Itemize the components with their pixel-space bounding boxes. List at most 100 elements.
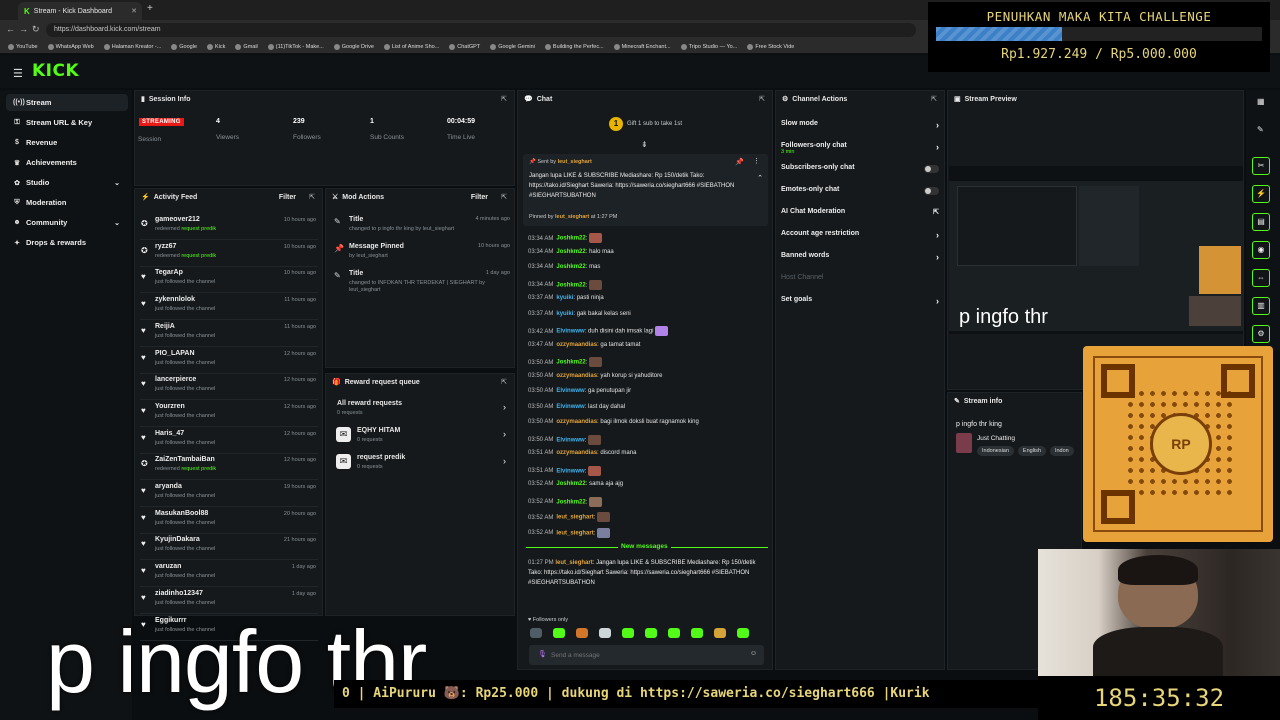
stream-tag[interactable]: English xyxy=(1017,446,1046,456)
chat-input[interactable] xyxy=(551,649,741,661)
browser-tab[interactable]: K Stream - Kick Dashboard ✕ xyxy=(18,2,142,20)
chat-username[interactable]: Joshkm22 xyxy=(556,282,585,288)
host-icon[interactable]: ⇔ xyxy=(1252,269,1270,287)
activity-username[interactable]: ZaiZenTambaiBan xyxy=(155,456,215,463)
bookmark-item[interactable]: Minecraft Enchant... xyxy=(613,43,671,50)
activity-username[interactable]: zykennlolok xyxy=(155,296,195,303)
clip-icon[interactable]: ✂ xyxy=(1252,157,1270,175)
more-icon[interactable]: ⋮ xyxy=(753,157,760,165)
chevron-right-icon[interactable]: › xyxy=(503,456,506,466)
activity-username[interactable]: Yourzren xyxy=(155,403,185,410)
activity-filter-button[interactable]: Filter xyxy=(279,194,296,201)
bookmark-item[interactable]: (11)TikTok - Make... xyxy=(267,43,324,50)
reward-item[interactable]: ✉ EQHY HITAM 0 requests › xyxy=(336,427,506,447)
activity-username[interactable]: gameover212 xyxy=(155,216,200,223)
expand-icon[interactable]: ⇱ xyxy=(501,95,507,103)
expand-icon[interactable]: ⇱ xyxy=(501,378,507,386)
bookmark-item[interactable]: Google Drive xyxy=(333,43,374,50)
bookmark-item[interactable]: ChatGPT xyxy=(449,43,480,50)
chat-username[interactable]: Joshkm22 xyxy=(556,360,585,366)
activity-username[interactable]: Haris_47 xyxy=(155,430,184,437)
sidebar-item-community[interactable]: ☻ Community ⌄ xyxy=(6,214,128,231)
sidebar-item-studio[interactable]: ✿ Studio ⌄ xyxy=(6,174,128,191)
channel-action-followers-only-chat[interactable]: Followers-only chat 3 min › xyxy=(781,142,941,156)
emote-picker-icon[interactable] xyxy=(668,628,680,638)
stream-preview-video[interactable]: p ingfo thr xyxy=(949,166,1243,334)
activity-username[interactable]: aryanda xyxy=(155,483,182,490)
activity-username[interactable]: varuzan xyxy=(155,563,181,570)
chevron-right-icon[interactable]: › xyxy=(936,252,939,262)
activity-username[interactable]: lancerpierce xyxy=(155,376,196,383)
bookmark-item[interactable]: Building the Perfec... xyxy=(544,43,604,50)
bookmark-item[interactable]: Kick xyxy=(207,43,225,50)
sidebar-item-moderation[interactable]: ⛨ Moderation xyxy=(6,194,128,211)
activity-username[interactable]: ReijiA xyxy=(155,323,175,330)
chat-username[interactable]: Elvinwww xyxy=(556,388,584,394)
gift-sub-icon[interactable]: 1 xyxy=(609,117,623,131)
activity-username[interactable]: ziadinho12347 xyxy=(155,590,203,597)
settings-icon[interactable]: ⚙ xyxy=(1252,325,1270,343)
activity-username[interactable]: TegarAp xyxy=(155,269,183,276)
chat-username[interactable]: ozzymaandias xyxy=(556,373,597,379)
close-tab-icon[interactable]: ✕ xyxy=(131,7,137,15)
chat-username[interactable]: Elvinwww xyxy=(556,329,584,335)
chevron-right-icon[interactable]: › xyxy=(936,296,939,306)
channel-action-banned-words[interactable]: Banned words › xyxy=(781,252,941,266)
emote-picker-icon[interactable] xyxy=(714,628,726,638)
chat-username[interactable]: Elvinwww xyxy=(556,404,584,410)
lightning-icon[interactable]: ⚡ xyxy=(1252,185,1270,203)
chevron-right-icon[interactable]: › xyxy=(936,120,939,130)
channel-action-slow-mode[interactable]: Slow mode › xyxy=(781,120,941,134)
emote-picker-icon[interactable] xyxy=(622,628,634,638)
bookmark-item[interactable]: YouTube xyxy=(8,43,38,50)
chat-username[interactable]: Joshkm22 xyxy=(556,264,585,270)
back-icon[interactable]: ← xyxy=(6,24,15,34)
channel-action-account-age-restriction[interactable]: Account age restriction › xyxy=(781,230,941,244)
scroll-down-icon[interactable]: ⇟ xyxy=(641,140,648,149)
gift-prompt[interactable]: Gift 1 sub to take 1st xyxy=(627,121,682,127)
mic-icon[interactable]: 🎙 xyxy=(538,650,547,658)
sidebar-item-revenue[interactable]: $ Revenue xyxy=(6,134,128,151)
toggle-switch[interactable] xyxy=(924,187,939,195)
sidebar-item-drops-rewards[interactable]: ✦ Drops & rewards xyxy=(6,234,128,251)
chat-input-box[interactable]: 🎙 ☺ xyxy=(529,645,764,665)
emote-picker-icon[interactable] xyxy=(530,628,542,638)
activity-username[interactable]: MasukanBool88 xyxy=(155,510,208,517)
stream-tag[interactable]: Indon xyxy=(1049,446,1074,456)
chat-username[interactable]: Joshkm22 xyxy=(556,481,585,487)
emoji-icon[interactable]: ☺ xyxy=(750,650,757,657)
dashboard-icon[interactable]: ▦ xyxy=(1257,97,1265,106)
toggle-switch[interactable] xyxy=(924,165,939,173)
expand-icon[interactable]: ⇱ xyxy=(931,95,937,103)
poll-icon[interactable]: ▥ xyxy=(1252,297,1270,315)
expand-icon[interactable]: ⇱ xyxy=(309,193,315,201)
chevron-right-icon[interactable]: › xyxy=(503,429,506,439)
chat-username[interactable]: leut_sieghart xyxy=(556,530,593,536)
collapse-icon[interactable]: ⌃ xyxy=(757,174,763,182)
bookmark-item[interactable]: Google Gemini xyxy=(490,43,535,50)
reward-item[interactable]: All reward requests 0 requests › xyxy=(336,400,506,420)
chevron-down-icon[interactable]: ⌄ xyxy=(114,219,120,227)
sidebar-item-stream[interactable]: ((•)) Stream xyxy=(6,94,128,111)
bookmark-item[interactable]: WhatsApp Web xyxy=(47,43,94,50)
channel-action-set-goals[interactable]: Set goals › xyxy=(781,296,941,310)
expand-icon[interactable]: ⇱ xyxy=(759,95,765,103)
bookmark-item[interactable]: List of Anime Sho... xyxy=(383,43,439,50)
kick-logo[interactable]: KICK xyxy=(32,61,79,81)
external-link-icon[interactable]: ⇱ xyxy=(933,208,939,216)
unpin-icon[interactable]: 📌 xyxy=(735,158,744,166)
chevron-right-icon[interactable]: › xyxy=(503,402,506,412)
sidebar-item-stream-url-key[interactable]: ⚿ Stream URL & Key xyxy=(6,114,128,131)
chat-username[interactable]: ozzymaandias xyxy=(556,450,597,456)
channel-action-subscribers-only-chat[interactable]: Subscribers-only chat xyxy=(781,164,941,178)
activity-username[interactable]: PIO_LAPAN xyxy=(155,350,195,357)
chat-username[interactable]: Joshkm22 xyxy=(556,236,585,242)
bookmark-item[interactable]: Gmail xyxy=(235,43,258,50)
emote-picker-icon[interactable] xyxy=(553,628,565,638)
chevron-down-icon[interactable]: ⌄ xyxy=(114,179,120,187)
menu-icon[interactable]: ☰ xyxy=(13,67,23,80)
raid-icon[interactable]: ◉ xyxy=(1252,241,1270,259)
expand-icon[interactable]: ⇱ xyxy=(501,193,507,201)
sidebar-item-achievements[interactable]: ♛ Achievements xyxy=(6,154,128,171)
chat-username[interactable]: kyuiki xyxy=(556,311,573,317)
